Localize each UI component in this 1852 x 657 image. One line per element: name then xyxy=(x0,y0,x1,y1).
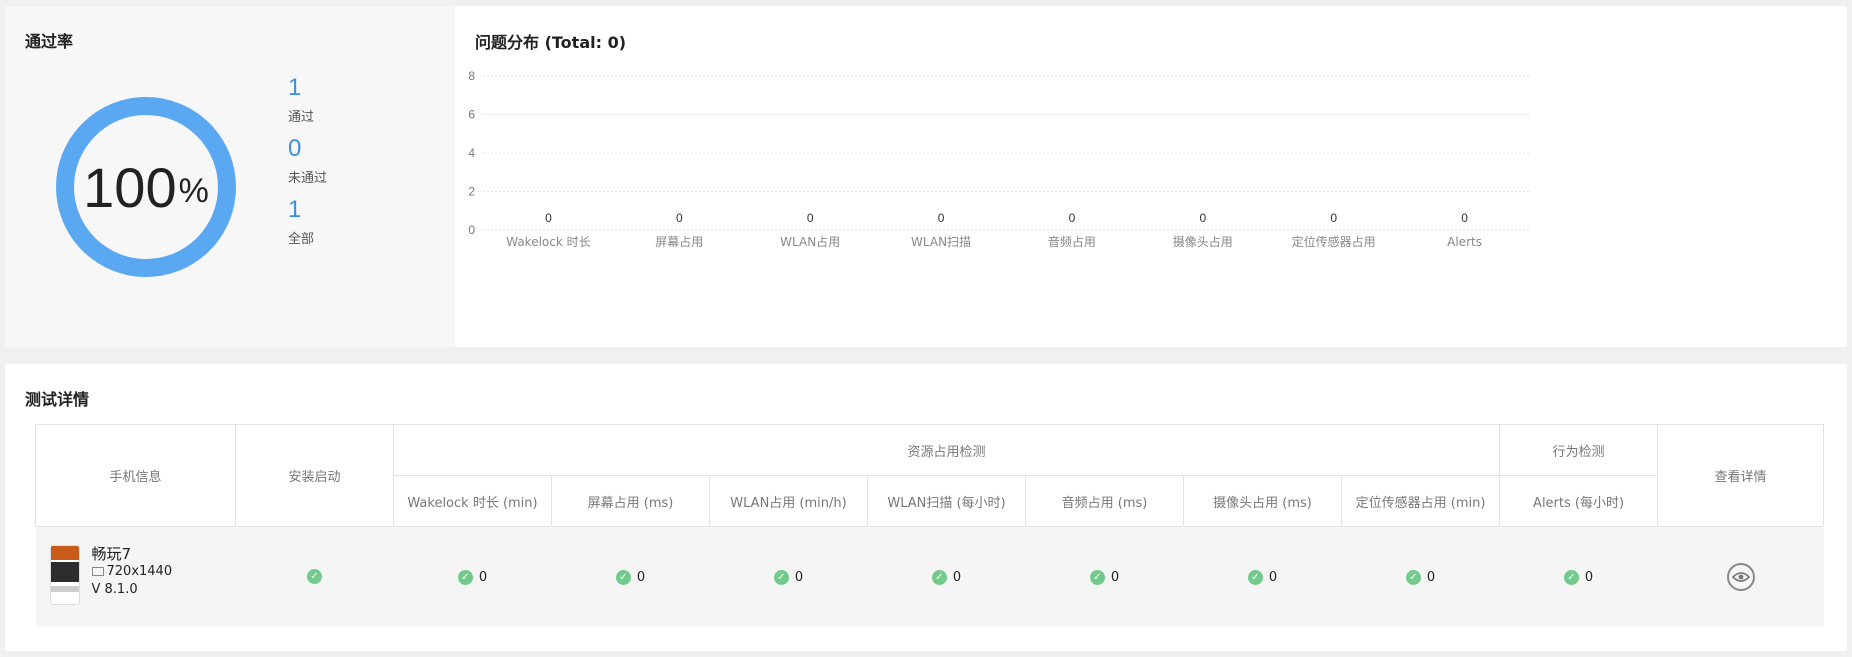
y-tick-label: 4 xyxy=(468,146,475,160)
y-tick-label: 8 xyxy=(468,69,475,83)
phone-info-cell: 畅玩7 720x1440 V 8.1.0 xyxy=(35,526,236,627)
install-launch-cell: ✓ xyxy=(235,526,394,627)
header-col-audio: 音频占用 (ms) xyxy=(1025,475,1184,527)
bar-data-label: 0 xyxy=(1199,211,1206,225)
wlan-scan-cell: ✓ 0 xyxy=(867,526,1026,627)
bar-data-label: 0 xyxy=(1330,211,1337,225)
x-tick-label: 屏幕占用 xyxy=(655,234,703,249)
test-detail-title: 测试详情 xyxy=(25,390,90,409)
stat-passed[interactable]: 1 通过 xyxy=(288,74,314,125)
pass-rate-panel: 通过率 100% 1 通过 0 未通过 1 全部 xyxy=(5,6,455,347)
bar-data-label: 0 xyxy=(938,211,945,225)
device-version: V 8.1.0 xyxy=(91,582,138,597)
location-cell: ✓ 0 xyxy=(1341,526,1500,627)
wakelock-value: 0 xyxy=(478,569,488,585)
check-circle-icon: ✓ xyxy=(1405,569,1421,585)
header-behavior-group: 行为检测 xyxy=(1499,424,1659,476)
wlan-cell: ✓ 0 xyxy=(709,526,868,627)
x-tick-label: Wakelock 时长 xyxy=(506,235,590,249)
test-detail-panel: 测试详情 手机信息 安装启动 资源占用检测 行为检测 查看详情 Wakelock… xyxy=(5,364,1847,651)
header-col-screen: 屏幕占用 (ms) xyxy=(551,475,710,527)
bar-data-label: 0 xyxy=(1069,211,1076,225)
bar-data-label: 0 xyxy=(807,211,814,225)
location-value: 0 xyxy=(1426,569,1436,585)
check-circle-icon: ✓ xyxy=(1247,569,1263,585)
table-row: 畅玩7 720x1440 V 8.1.0 ✓ ✓ 0 ✓ 0 ✓ 0 ✓ 0 ✓ 0 ✓ 0… xyxy=(35,526,1824,627)
check-circle-icon: ✓ xyxy=(307,569,322,585)
wlan-scan-value: 0 xyxy=(952,569,962,585)
header-col-wakelock: Wakelock 时长 (min) xyxy=(393,475,552,527)
check-circle-icon: ✓ xyxy=(773,569,789,585)
stat-failed-label: 未通过 xyxy=(288,171,328,186)
resolution-text: 720x1440 xyxy=(106,564,173,579)
screen-value: 0 xyxy=(636,569,646,585)
header-install-launch: 安装启动 xyxy=(235,424,394,527)
app-screenshot-thumbnail xyxy=(49,545,80,605)
bar-data-label: 0 xyxy=(1461,211,1468,225)
view-detail-button[interactable] xyxy=(1726,562,1755,591)
y-tick-label: 0 xyxy=(468,223,475,237)
eye-icon xyxy=(1731,571,1750,582)
screen-cell: ✓ 0 xyxy=(551,526,710,627)
phone-info: 畅玩7 720x1440 V 8.1.0 xyxy=(91,545,173,599)
test-detail-table: 手机信息 安装启动 资源占用检测 行为检测 查看详情 Wakelock 时长 (… xyxy=(35,424,1825,627)
check-circle-icon: ✓ xyxy=(1563,569,1579,585)
stat-passed-value: 1 xyxy=(288,74,302,101)
issue-bar-chart: 0 2 4 6 8 0 Wakelock 时长 0 屏幕占用 0 WLAN占用 0 WLAN扫描 0 音频占… xyxy=(468,69,1530,249)
camera-cell: ✓ 0 xyxy=(1183,526,1342,627)
y-tick-label: 6 xyxy=(468,108,475,122)
header-resource-group: 资源占用检测 xyxy=(392,424,1501,476)
device-resolution: 720x1440 xyxy=(91,563,173,581)
stat-total-value: 1 xyxy=(288,196,302,223)
x-tick-label: 摄像头占用 xyxy=(1173,234,1233,249)
stat-total[interactable]: 1 全部 xyxy=(288,196,314,247)
check-circle-icon: ✓ xyxy=(1089,569,1105,585)
wlan-value: 0 xyxy=(794,569,804,585)
header-col-wlan: WLAN占用 (min/h) xyxy=(709,475,868,527)
header-phone-info: 手机信息 xyxy=(35,424,236,527)
header-col-location: 定位传感器占用 (min) xyxy=(1340,475,1501,527)
check-circle-icon: ✓ xyxy=(615,569,631,585)
percent-sign: % xyxy=(178,171,209,210)
camera-value: 0 xyxy=(1268,569,1278,585)
header-col-camera: 摄像头占用 (ms) xyxy=(1183,475,1342,527)
stat-failed-value: 0 xyxy=(288,135,302,162)
header-col-alerts: Alerts (每小时) xyxy=(1499,475,1659,527)
x-tick-label: WLAN占用 xyxy=(780,234,840,249)
stat-passed-label: 通过 xyxy=(288,110,315,125)
check-circle-icon: ✓ xyxy=(457,569,473,585)
pass-rate-percent: 100% xyxy=(41,82,251,292)
issue-distribution-panel: 问题分布 (Total: 0) 0 2 4 6 8 0 Wakelock 时长 0 屏幕占用 0 W… xyxy=(455,6,1847,347)
stat-failed[interactable]: 0 未通过 xyxy=(288,135,327,186)
bar-data-label: 0 xyxy=(676,211,683,225)
x-tick-label: WLAN扫描 xyxy=(911,235,971,249)
header-col-wlan-scan: WLAN扫描 (每小时) xyxy=(867,475,1026,527)
x-tick-label: 定位传感器占用 xyxy=(1292,234,1376,249)
header-view-detail: 查看详情 xyxy=(1657,424,1825,527)
device-name: 畅玩7 xyxy=(91,545,132,563)
y-tick-label: 2 xyxy=(468,185,475,199)
audio-cell: ✓ 0 xyxy=(1025,526,1184,627)
pass-rate-title: 通过率 xyxy=(25,32,74,51)
wakelock-cell: ✓ 0 xyxy=(393,526,552,627)
bar-data-label: 0 xyxy=(545,211,552,225)
audio-value: 0 xyxy=(1110,569,1120,585)
alerts-value: 0 xyxy=(1584,569,1594,585)
percent-value: 100 xyxy=(83,155,177,219)
x-tick-label: 音频占用 xyxy=(1048,234,1096,249)
stat-total-label: 全部 xyxy=(288,232,315,247)
check-circle-icon: ✓ xyxy=(931,569,947,585)
alerts-cell: ✓ 0 xyxy=(1499,526,1658,627)
screen-resolution-icon xyxy=(91,567,104,576)
x-tick-label: Alerts xyxy=(1447,235,1482,249)
view-detail-cell xyxy=(1657,526,1824,627)
